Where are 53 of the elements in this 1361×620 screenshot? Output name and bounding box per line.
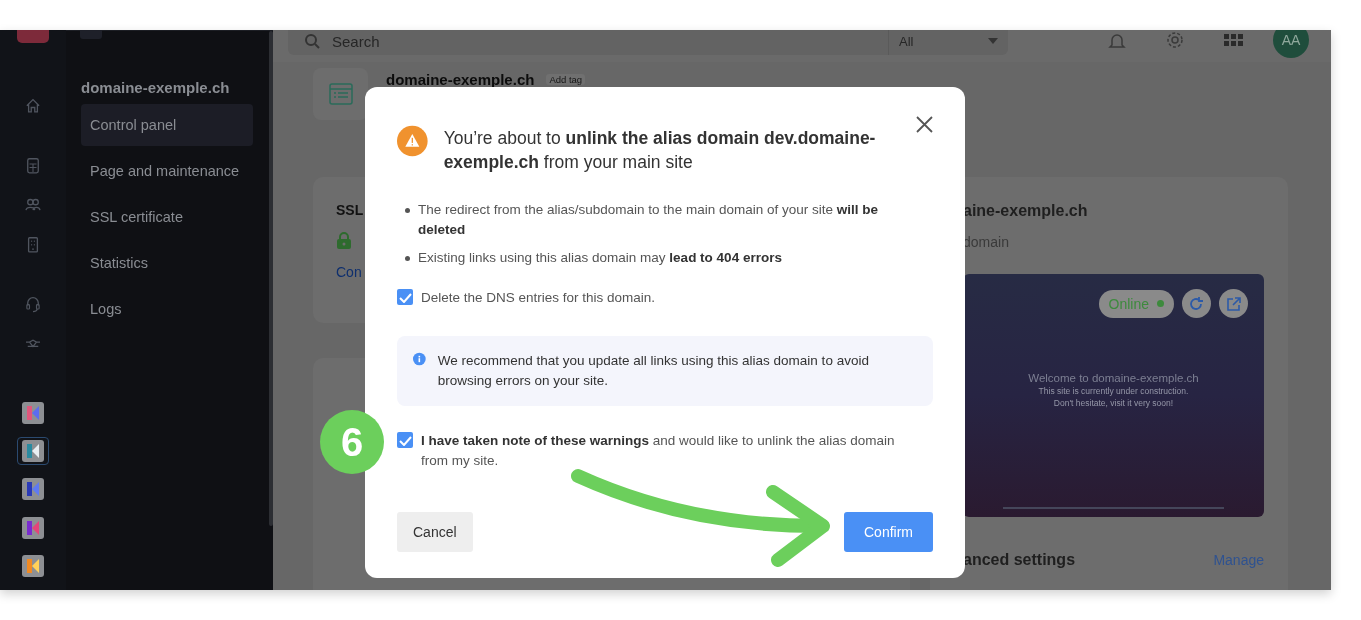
link[interactable]: Con — [336, 264, 362, 280]
bell-icon[interactable] — [1108, 32, 1126, 48]
apps-grid-icon[interactable] — [1224, 34, 1243, 46]
close-icon — [916, 116, 933, 133]
logo[interactable] — [17, 30, 49, 44]
bullet-icon — [405, 256, 410, 261]
checkbox-label: Delete the DNS entries for this domain. — [421, 289, 656, 307]
open-site-button[interactable] — [1219, 289, 1248, 318]
app-tile[interactable] — [17, 436, 49, 466]
search-field[interactable]: Search All — [288, 30, 1008, 55]
external-link-icon — [1226, 296, 1241, 311]
headset-icon[interactable] — [23, 295, 43, 313]
info-icon — [413, 351, 426, 367]
cancel-button[interactable]: Cancel — [397, 512, 473, 552]
settings-icon[interactable] — [1166, 31, 1184, 49]
sidebar-item[interactable]: Control panel — [81, 104, 253, 146]
card-title: SSL — [336, 202, 364, 218]
sidebar-item[interactable]: SSL certificate — [81, 196, 253, 238]
app-icon — [22, 516, 44, 539]
preview-text: Don't hesitate, visit it very soon! — [1053, 398, 1174, 408]
app-icon — [22, 478, 44, 501]
preview-heading: Welcome to domaine-exemple.ch — [1028, 372, 1199, 384]
refresh-button[interactable] — [1182, 289, 1211, 318]
app-icon — [22, 401, 44, 424]
site-title: domaine-exemple.ch — [386, 71, 535, 88]
add-tag-button[interactable]: Add tag — [546, 74, 586, 85]
filter-dropdown[interactable]: All — [888, 30, 1008, 55]
lock-icon — [336, 232, 352, 249]
list-icon — [328, 83, 353, 105]
app-icon — [22, 439, 44, 462]
preview-text: This site is currently under construction. — [1038, 386, 1189, 396]
sidebar-item[interactable]: Statistics — [81, 242, 253, 284]
site-name: domaine-exemple.ch — [81, 79, 231, 96]
status-badge: Online — [1098, 289, 1174, 318]
caret-icon — [988, 38, 998, 44]
warning-text: Existing links using this alias domain may lead to 404 errors — [418, 249, 782, 267]
bullet-icon — [405, 208, 410, 213]
sidebar-item[interactable]: Page and maintenance — [81, 150, 253, 192]
checkbox[interactable] — [397, 289, 413, 305]
section-title: anced settings — [963, 551, 1076, 569]
checkbox-label: I have taken note of these warnings and would like to unlink the alias domain from my site. — [421, 432, 896, 470]
info-text: We recommend that you update all links using this alias domain to avoid browsing errors on your site. — [437, 352, 870, 390]
sidebar-item[interactable]: Logs — [81, 288, 253, 330]
refresh-icon — [1189, 296, 1204, 311]
card-title: aine-exemple.ch — [963, 202, 1089, 220]
scrollbar[interactable] — [269, 31, 273, 526]
search-icon — [304, 33, 320, 49]
dialog-title: You’re about to unlink the alias domain dev.domaine-exemple.ch from your main site — [443, 127, 877, 174]
confirm-button[interactable]: Confirm — [844, 512, 933, 552]
app-icon — [22, 554, 44, 577]
warning-text: The redirect from the alias/subdomain to the main domain of your site will be deleted — [418, 201, 879, 239]
checkbox[interactable] — [397, 432, 413, 448]
user-avatar[interactable]: AA — [1273, 30, 1309, 58]
